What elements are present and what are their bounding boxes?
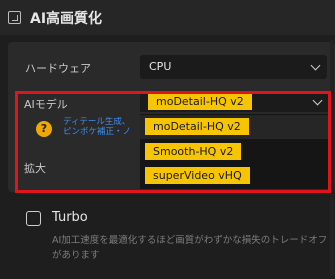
hardware-label: ハードウェア — [25, 62, 91, 75]
ai-model-description-line2: ピンボケ補正・ノ — [63, 127, 132, 137]
option-label: superVideo vHQ — [145, 167, 250, 184]
dropdown-option-modetail[interactable]: moDetail-HQ v2 — [140, 115, 329, 139]
ai-model-description: ディテール生成、 ピンボケ補正・ノ — [63, 117, 143, 137]
dropdown-option-smooth[interactable]: Smooth-HQ v2 — [140, 140, 329, 164]
panel-title: AI高画質化 — [30, 11, 103, 27]
turbo-checkbox[interactable] — [26, 211, 41, 226]
hardware-select-value: CPU — [149, 60, 172, 73]
scale-label: 拡大 — [24, 162, 46, 175]
ai-model-select[interactable]: moDetail-HQ v2 — [140, 92, 329, 112]
option-label: Smooth-HQ v2 — [145, 143, 242, 160]
ai-model-selected-value: moDetail-HQ v2 — [148, 94, 252, 110]
ai-model-dropdown-list: moDetail-HQ v2 Smooth-HQ v2 superVideo v… — [140, 114, 329, 189]
scrollbar[interactable] — [330, 40, 334, 276]
turbo-description: AI加工速度を最適化するほど画質がわずかな損失のトレードオフがあります — [52, 235, 328, 261]
option-label: moDetail-HQ v2 — [145, 118, 249, 135]
panel-header: AI高画質化 — [0, 0, 335, 35]
ai-model-label: AIモデル — [24, 98, 68, 111]
chevron-down-icon — [312, 95, 323, 106]
ai-model-description-line1: ディテール生成、 — [63, 117, 131, 127]
chevron-down-icon — [310, 60, 321, 71]
turbo-label: Turbo — [52, 210, 88, 225]
dropdown-option-supervideo[interactable]: superVideo vHQ — [140, 164, 329, 188]
help-icon[interactable]: ? — [36, 121, 52, 137]
hardware-select[interactable]: CPU — [140, 55, 327, 79]
collapse-icon[interactable] — [8, 11, 21, 24]
